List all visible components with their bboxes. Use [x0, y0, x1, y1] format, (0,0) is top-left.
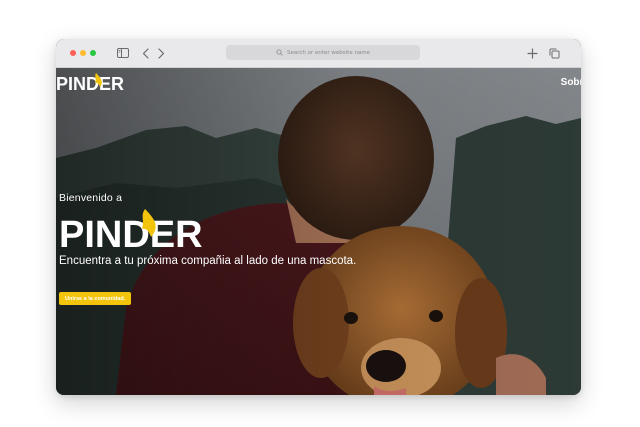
nav-logo-text: PINDER — [56, 74, 124, 94]
hero-tagline: Encuentra a tu próxima compañia al lado … — [59, 255, 357, 267]
zoom-window-button[interactable] — [90, 50, 96, 56]
browser-window: Search or enter website name PINDER Sob … — [56, 39, 581, 395]
minimize-window-button[interactable] — [80, 50, 86, 56]
hero-logo-text: PINDER — [59, 214, 203, 253]
nav-link-about[interactable]: Sobre — [561, 77, 581, 88]
screenshot-stage: Search or enter website name PINDER Sob … — [0, 0, 640, 427]
search-icon — [276, 49, 283, 56]
plus-icon[interactable] — [526, 46, 538, 60]
browser-toolbar: Search or enter website name — [56, 39, 581, 68]
back-arrow-icon[interactable] — [140, 46, 150, 60]
join-community-button[interactable]: Unirse a la comunidad. — [59, 292, 132, 305]
address-placeholder: Search or enter website name — [286, 49, 371, 56]
hero-welcome-text: Bienvenido a — [59, 192, 123, 204]
hero-logo: PINDER — [59, 209, 203, 253]
address-bar[interactable]: Search or enter website name — [226, 45, 420, 60]
web-page: PINDER Sobre Bienvenido a PINDER Encuent… — [56, 68, 581, 395]
forward-arrow-icon[interactable] — [156, 46, 166, 60]
sidebar-icon[interactable] — [116, 46, 130, 60]
nav-logo[interactable]: PINDER — [56, 72, 131, 94]
tab-overview-icon[interactable] — [548, 46, 560, 60]
close-window-button[interactable] — [70, 50, 76, 56]
